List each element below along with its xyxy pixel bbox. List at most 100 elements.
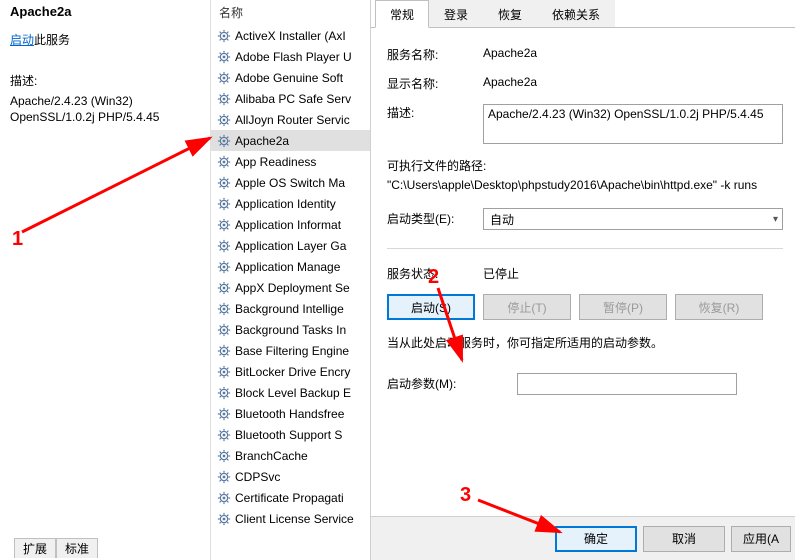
service-name-label: 服务名称:	[387, 44, 483, 63]
service-item-label: Adobe Flash Player U	[235, 50, 352, 64]
gear-icon	[217, 155, 231, 169]
service-item-label: Apache2a	[235, 134, 289, 148]
apply-button[interactable]: 应用(A	[731, 526, 791, 552]
service-list-item[interactable]: Apache2a	[211, 130, 370, 151]
cancel-button[interactable]: 取消	[643, 526, 725, 552]
gear-icon	[217, 197, 231, 211]
service-item-label: AllJoyn Router Servic	[235, 113, 350, 127]
gear-icon	[217, 323, 231, 337]
gear-icon	[217, 260, 231, 274]
service-item-label: ActiveX Installer (AxI	[235, 29, 346, 43]
service-item-label: Base Filtering Engine	[235, 344, 349, 358]
service-item-label: Certificate Propagati	[235, 491, 344, 505]
service-list-item[interactable]: AppX Deployment Se	[211, 277, 370, 298]
gear-icon	[217, 491, 231, 505]
service-list-item[interactable]: Bluetooth Support S	[211, 424, 370, 445]
service-list-item[interactable]: Application Layer Ga	[211, 235, 370, 256]
tab-logon[interactable]: 登录	[429, 0, 483, 27]
service-name-value: Apache2a	[483, 44, 783, 60]
gear-icon	[217, 386, 231, 400]
gear-icon	[217, 449, 231, 463]
service-list-item[interactable]: Client License Service	[211, 508, 370, 529]
ok-button[interactable]: 确定	[555, 526, 637, 552]
tab-general[interactable]: 常规	[375, 0, 429, 28]
bottom-tab-standard[interactable]: 标准	[56, 538, 98, 558]
service-list-item[interactable]: Block Level Backup E	[211, 382, 370, 403]
tab-recovery[interactable]: 恢复	[483, 0, 537, 27]
service-list-item[interactable]: Adobe Flash Player U	[211, 46, 370, 67]
service-list-item[interactable]: Background Intellige	[211, 298, 370, 319]
gear-icon	[217, 281, 231, 295]
start-button[interactable]: 启动(S)	[387, 294, 475, 320]
gear-icon	[217, 113, 231, 127]
service-status-value: 已停止	[483, 263, 783, 282]
services-list-header: 名称	[211, 0, 370, 25]
service-list-item[interactable]: ActiveX Installer (AxI	[211, 25, 370, 46]
start-service-link[interactable]: 启动	[10, 33, 34, 47]
gear-icon	[217, 239, 231, 253]
service-item-label: CDPSvc	[235, 470, 280, 484]
service-item-label: Bluetooth Support S	[235, 428, 342, 442]
service-list-item[interactable]: Application Identity	[211, 193, 370, 214]
service-list-item[interactable]: Apple OS Switch Ma	[211, 172, 370, 193]
gear-icon	[217, 512, 231, 526]
gear-icon	[217, 470, 231, 484]
describe-label: 描述:	[10, 72, 200, 89]
service-detail-panel: Apache2a 启动此服务 描述: Apache/2.4.23 (Win32)…	[0, 0, 210, 560]
display-name-label: 显示名称:	[387, 73, 483, 92]
service-list-item[interactable]: AllJoyn Router Servic	[211, 109, 370, 130]
tab-dependencies[interactable]: 依赖关系	[537, 0, 615, 27]
service-list-item[interactable]: Application Informat	[211, 214, 370, 235]
service-list-item[interactable]: App Readiness	[211, 151, 370, 172]
service-item-label: Client License Service	[235, 512, 354, 526]
service-item-label: BranchCache	[235, 449, 308, 463]
gear-icon	[217, 302, 231, 316]
start-param-hint: 当从此处启动服务时，你可指定所适用的启动参数。	[387, 334, 783, 351]
service-list-item[interactable]: Base Filtering Engine	[211, 340, 370, 361]
service-item-label: Application Manage	[235, 260, 340, 274]
startup-type-label: 启动类型(E):	[387, 208, 483, 227]
dialog-tabs: 常规 登录 恢复 依赖关系	[371, 0, 795, 28]
dialog-footer: 确定 取消 应用(A	[371, 516, 795, 560]
display-name-value: Apache2a	[483, 73, 783, 89]
gear-icon	[217, 365, 231, 379]
gear-icon	[217, 344, 231, 358]
console-bottom-tabs: 扩展 标准	[14, 538, 98, 558]
pause-button: 暂停(P)	[579, 294, 667, 320]
service-item-label: BitLocker Drive Encry	[235, 365, 350, 379]
service-list-item[interactable]: Adobe Genuine Soft	[211, 67, 370, 88]
service-list-item[interactable]: BitLocker Drive Encry	[211, 361, 370, 382]
service-list-item[interactable]: Application Manage	[211, 256, 370, 277]
tab-general-body: 服务名称: Apache2a 显示名称: Apache2a 描述: Apache…	[371, 28, 795, 528]
service-item-label: AppX Deployment Se	[235, 281, 350, 295]
bottom-tab-extended[interactable]: 扩展	[14, 538, 56, 558]
gear-icon	[217, 92, 231, 106]
description-textarea[interactable]: Apache/2.4.23 (Win32) OpenSSL/1.0.2j PHP…	[483, 104, 783, 144]
services-list[interactable]: ActiveX Installer (AxI Adobe Flash Player…	[211, 25, 370, 529]
service-item-label: Background Intellige	[235, 302, 344, 316]
service-item-label: Bluetooth Handsfree	[235, 407, 344, 421]
startup-type-dropdown[interactable]: 自动 ▾	[483, 208, 783, 230]
service-item-label: Adobe Genuine Soft	[235, 71, 343, 85]
startup-type-value: 自动	[490, 211, 514, 228]
service-item-label: Application Identity	[235, 197, 336, 211]
service-properties-dialog: 常规 登录 恢复 依赖关系 服务名称: Apache2a 显示名称: Apach…	[370, 0, 795, 560]
start-param-input[interactable]	[517, 373, 737, 395]
service-list-item[interactable]: Bluetooth Handsfree	[211, 403, 370, 424]
service-list-item[interactable]: BranchCache	[211, 445, 370, 466]
gear-icon	[217, 71, 231, 85]
gear-icon	[217, 50, 231, 64]
resume-button: 恢复(R)	[675, 294, 763, 320]
start-service-suffix: 此服务	[34, 33, 70, 47]
describe-text: Apache/2.4.23 (Win32) OpenSSL/1.0.2j PHP…	[10, 93, 200, 125]
service-list-item[interactable]: Background Tasks In	[211, 319, 370, 340]
gear-icon	[217, 428, 231, 442]
start-service-line: 启动此服务	[10, 31, 200, 48]
gear-icon	[217, 29, 231, 43]
gear-icon	[217, 176, 231, 190]
service-list-item[interactable]: CDPSvc	[211, 466, 370, 487]
service-list-item[interactable]: Alibaba PC Safe Serv	[211, 88, 370, 109]
service-list-item[interactable]: Certificate Propagati	[211, 487, 370, 508]
separator	[387, 248, 783, 249]
chevron-down-icon: ▾	[773, 214, 778, 225]
